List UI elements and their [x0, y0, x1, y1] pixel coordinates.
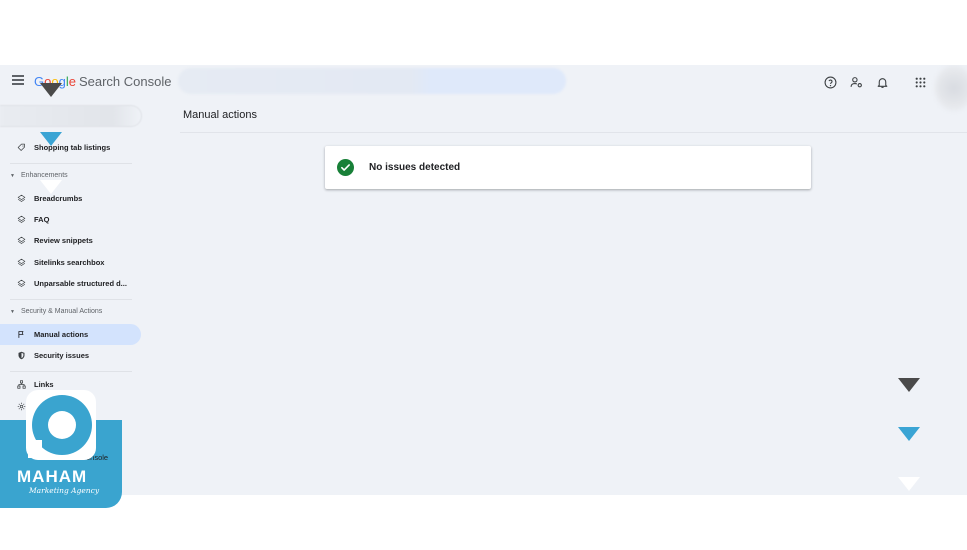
caret-down-icon: ▼: [10, 308, 15, 315]
sidebar-item-label: Sitelinks searchbox: [34, 258, 105, 267]
hamburger-line: [12, 83, 24, 85]
decorative-triangle-dark-icon: [898, 378, 920, 392]
section-title: Enhancements: [20, 172, 68, 179]
sidebar-item-label: Links: [34, 380, 54, 389]
layers-icon: [17, 258, 25, 266]
hamburger-line: [12, 79, 24, 81]
sidebar-item-sitelinks-searchbox[interactable]: Sitelinks searchbox: [0, 252, 141, 273]
notifications-button[interactable]: [869, 73, 895, 91]
sidebar-item-label: FAQ: [34, 215, 50, 224]
layers-icon: [17, 194, 25, 202]
page-title: Manual actions: [183, 109, 257, 121]
decorative-triangle-dark-icon: [40, 83, 62, 97]
sidebar-item-label: Breadcrumbs: [34, 194, 83, 203]
watermark-logo-tail: [28, 440, 42, 458]
sidebar-item-security-issues[interactable]: Security issues: [0, 345, 141, 366]
shield-icon: [18, 351, 24, 360]
notifications-icon: [877, 77, 887, 88]
logo-letter: e: [68, 74, 76, 89]
watermark-tagline: Marketing Agency: [29, 486, 100, 495]
sidebar-item-breadcrumbs[interactable]: Breadcrumbs: [0, 188, 141, 209]
inspect-url-search-bar[interactable]: [178, 68, 566, 94]
status-text: No issues detected: [369, 162, 461, 173]
sidebar-item-label: Review snippets: [34, 236, 93, 245]
decorative-triangle-blue-icon: [898, 427, 920, 441]
hamburger-line: [12, 75, 24, 77]
main-menu-button[interactable]: [12, 75, 24, 85]
check-circle-icon: [337, 159, 354, 176]
sidebar-item-faq[interactable]: FAQ: [0, 209, 141, 230]
sidebar-item-review-snippets[interactable]: Review snippets: [0, 230, 141, 251]
section-title: Security & Manual Actions: [20, 308, 103, 315]
top-icons: [817, 73, 933, 91]
tag-icon: [17, 143, 25, 151]
title-divider: [180, 132, 967, 133]
account-avatar[interactable]: [935, 65, 967, 111]
product-name: Search Console: [78, 74, 172, 89]
sidebar-item-shopping-tab-listings[interactable]: Shopping tab listings: [0, 137, 141, 158]
sidebar-item-label: Security issues: [34, 351, 90, 360]
search-console-app: Google Search Console Shopping tab listi…: [0, 65, 967, 495]
watermark-logo-inner: [48, 411, 76, 439]
sidebar-divider: [10, 299, 132, 300]
sidebar-item-label: Manual actions: [34, 330, 89, 339]
status-card: No issues detected: [325, 146, 811, 189]
layers-icon: [17, 236, 25, 244]
sidebar-divider: [10, 163, 132, 164]
layers-icon: [17, 279, 25, 287]
top-bar: Google Search Console: [0, 65, 967, 111]
manage-users-icon: [850, 76, 862, 87]
decorative-triangle-white-icon: [898, 477, 920, 491]
section-security-manual-actions[interactable]: ▼ Security & Manual Actions: [10, 308, 102, 315]
sidebar-divider: [10, 371, 132, 372]
sitemap-icon: [16, 380, 26, 389]
apps-grid-icon: [915, 77, 925, 87]
sidebar-item-manual-actions[interactable]: Manual actions: [0, 324, 141, 345]
apps-button[interactable]: [907, 73, 933, 91]
property-selector[interactable]: [0, 105, 142, 127]
layers-icon: [17, 215, 25, 223]
flag-icon: [17, 331, 23, 338]
caret-down-icon: ▼: [10, 172, 15, 179]
sidebar-item-label: Unparsable structured d...: [34, 279, 127, 288]
section-enhancements[interactable]: ▼ Enhancements: [10, 172, 68, 179]
watermark-name: MAHAM: [17, 467, 88, 486]
gear-icon: [17, 402, 25, 411]
decorative-triangle-white-icon: [40, 180, 62, 194]
decorative-triangle-blue-icon: [40, 132, 62, 146]
help-icon: [824, 76, 836, 88]
manage-users-button[interactable]: [843, 73, 869, 91]
help-button[interactable]: [817, 73, 843, 91]
sidebar-item-unparsable-structured-data[interactable]: Unparsable structured d...: [0, 273, 141, 294]
